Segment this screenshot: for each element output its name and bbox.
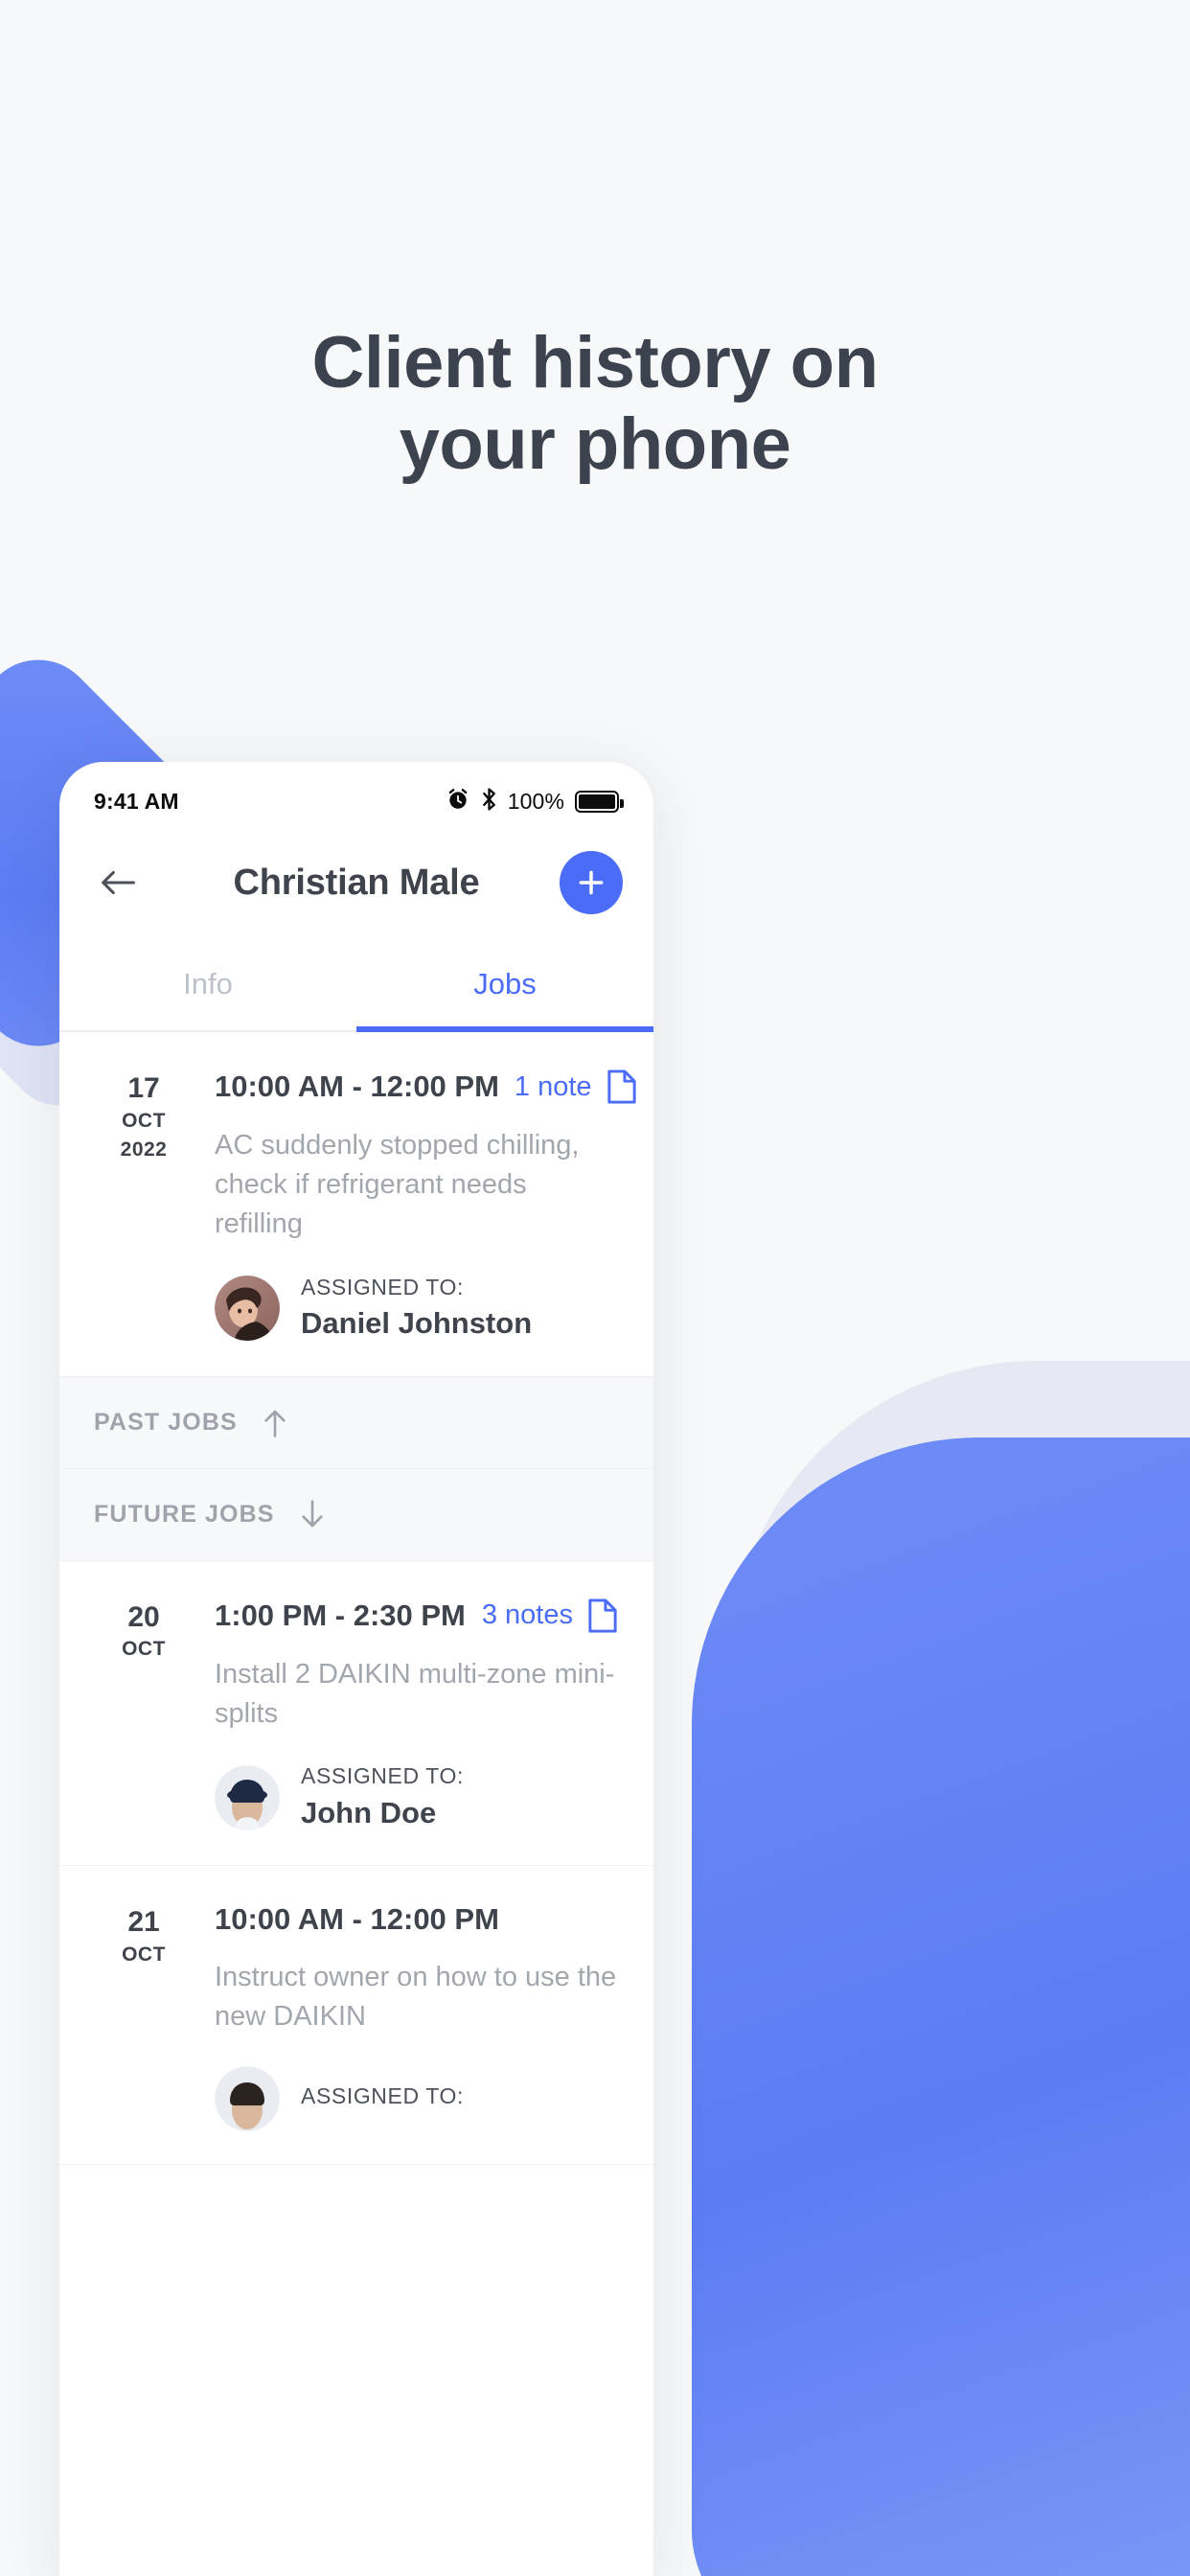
section-future-jobs-label: FUTURE JOBS: [94, 1500, 275, 1528]
job-date-year: 2022: [120, 1138, 168, 1161]
tab-jobs[interactable]: Jobs: [356, 938, 653, 1032]
assigned-to-label: ASSIGNED TO:: [301, 2083, 464, 2109]
alarm-icon: [446, 787, 470, 816]
job-time: 10:00 AM - 12:00 PM: [215, 1070, 499, 1103]
job-header-row: 10:00 AM - 12:00 PM: [215, 1902, 619, 1937]
job-description: Instruct owner on how to use the new DAI…: [215, 1962, 617, 2033]
app-header: Christian Male: [59, 827, 653, 938]
jobs-list: 17 OCT 2022 10:00 AM - 12:00 PM 1 note A…: [59, 1032, 653, 2165]
tab-bar: Info Jobs: [59, 938, 653, 1032]
tab-info[interactable]: Info: [59, 938, 356, 1030]
arrow-down-icon: [301, 1500, 323, 1528]
job-body: 1:00 PM - 2:30 PM 3 notes Install 2 DAIK…: [194, 1598, 619, 1833]
status-bar: 9:41 AM 100%: [59, 762, 653, 827]
assignee-name: Daniel Johnston: [301, 1306, 533, 1341]
battery-full-icon: [575, 790, 624, 813]
job-date-month: OCT: [122, 1109, 166, 1132]
job-notes-label: 3 notes: [481, 1599, 573, 1631]
job-date-month: OCT: [122, 1943, 166, 1966]
headline-line-2: your phone: [399, 403, 791, 486]
plus-icon: [579, 870, 604, 895]
assigned-to-label: ASSIGNED TO:: [301, 1274, 464, 1300]
assigned-to-label: ASSIGNED TO:: [301, 1763, 464, 1789]
job-description: Install 2 DAIKIN multi-zone mini-splits: [215, 1658, 615, 1729]
note-document-icon: [588, 1598, 617, 1633]
section-past-jobs-label: PAST JOBS: [94, 1409, 238, 1437]
assignee-name: John Doe: [301, 1795, 437, 1829]
job-date-month: OCT: [122, 1638, 166, 1661]
page-root: Client history on your phone 9:41 AM 100…: [0, 0, 1190, 2576]
arrow-up-icon: [264, 1410, 286, 1438]
assignee-text: ASSIGNED TO: Daniel Johnston: [301, 1274, 532, 1344]
decorative-shape-right: [692, 1438, 1190, 2576]
job-row[interactable]: 20 OCT 1:00 PM - 2:30 PM 3 notes Install…: [59, 1560, 653, 1867]
note-document-icon: [606, 1070, 636, 1104]
job-assignee: ASSIGNED TO: John Doe: [215, 1762, 619, 1832]
job-row[interactable]: 21 OCT 10:00 AM - 12:00 PM Instruct owne…: [59, 1866, 653, 2165]
battery-percent-label: 100%: [507, 788, 564, 814]
avatar: [215, 1276, 280, 1342]
job-notes-label: 1 note: [514, 1070, 592, 1102]
job-body: 10:00 AM - 12:00 PM 1 note AC suddenly s…: [194, 1069, 636, 1344]
back-button[interactable]: [90, 855, 146, 910]
assignee-text: ASSIGNED TO:: [301, 2082, 464, 2114]
job-date: 20 OCT: [94, 1598, 194, 1833]
headline-line-1: Client history on: [311, 322, 879, 403]
job-date-day: 17: [127, 1072, 160, 1104]
assignee-text: ASSIGNED TO: John Doe: [301, 1762, 464, 1832]
job-header-row: 1:00 PM - 2:30 PM 3 notes: [215, 1598, 619, 1634]
section-future-jobs[interactable]: FUTURE JOBS: [59, 1468, 653, 1561]
marketing-headline: Client history on your phone: [0, 322, 1190, 485]
section-past-jobs[interactable]: PAST JOBS: [59, 1376, 653, 1469]
bluetooth-icon: [481, 787, 497, 816]
job-date: 17 OCT 2022: [94, 1069, 194, 1344]
job-notes-link[interactable]: 3 notes: [482, 1598, 619, 1634]
job-assignee: ASSIGNED TO:: [215, 2065, 619, 2131]
job-assignee: ASSIGNED TO: Daniel Johnston: [215, 1274, 619, 1344]
status-bar-time: 9:41 AM: [94, 788, 179, 814]
job-body: 10:00 AM - 12:00 PM Instruct owner on ho…: [194, 1902, 619, 2131]
job-date: 21 OCT: [94, 1902, 194, 2130]
job-date-day: 20: [127, 1600, 160, 1633]
job-date-day: 21: [127, 1906, 160, 1939]
job-time: 1:00 PM - 2:30 PM: [215, 1598, 466, 1632]
arrow-left-icon: [102, 870, 135, 895]
job-header-row: 10:00 AM - 12:00 PM 1 note: [215, 1069, 636, 1105]
status-bar-indicators: 100%: [446, 787, 624, 816]
job-description: AC suddenly stopped chilling, check if r…: [215, 1130, 580, 1240]
job-time: 10:00 AM - 12:00 PM: [215, 1902, 499, 1937]
job-row[interactable]: 17 OCT 2022 10:00 AM - 12:00 PM 1 note A…: [59, 1032, 653, 1377]
job-notes-link[interactable]: 1 note: [515, 1069, 638, 1105]
add-job-button[interactable]: [560, 851, 623, 914]
avatar: [215, 1764, 280, 1830]
phone-mockup: 9:41 AM 100% Christian Male Info Jobs 17…: [59, 762, 653, 2576]
avatar: [215, 2065, 280, 2131]
